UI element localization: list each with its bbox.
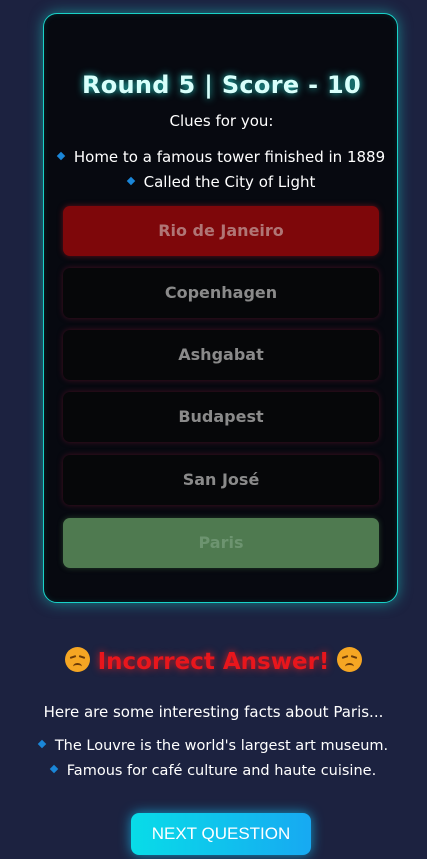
quiz-card: Round 5 | Score - 10 Clues for you: Home…: [43, 13, 398, 603]
option-button-rio-de-janeiro[interactable]: Rio de Janeiro: [63, 206, 379, 256]
clue-item: Home to a famous tower finished in 1889: [44, 145, 399, 170]
disappointed-face-icon: [64, 647, 90, 672]
disappointed-face-icon: [337, 647, 363, 672]
round-score-title: Round 5 | Score - 10: [81, 71, 362, 99]
option-button-ashgabat[interactable]: Ashgabat: [63, 330, 379, 380]
option-button-paris[interactable]: Paris: [63, 518, 379, 568]
result-banner: Incorrect Answer!: [0, 646, 427, 678]
diamond-bullet-icon: [126, 176, 135, 185]
facts-heading: Here are some interesting facts about Pa…: [43, 703, 384, 721]
diamond-bullet-icon: [37, 739, 47, 749]
fact-item: The Louvre is the world's largest art mu…: [0, 734, 427, 759]
clues-heading: Clues for you:: [169, 112, 274, 130]
diamond-bullet-icon: [56, 151, 66, 160]
facts-list: The Louvre is the world's largest art mu…: [0, 734, 427, 784]
option-button-san-jose[interactable]: San José: [63, 455, 379, 505]
next-question-button[interactable]: NEXT QUESTION: [131, 813, 311, 855]
clue-item: Called the City of Light: [44, 170, 399, 195]
fact-item: Famous for café culture and haute cuisin…: [0, 759, 427, 784]
option-button-copenhagen[interactable]: Copenhagen: [63, 268, 379, 318]
diamond-bullet-icon: [49, 764, 59, 774]
option-button-budapest[interactable]: Budapest: [63, 392, 379, 442]
clue-list: Home to a famous tower finished in 1889 …: [44, 145, 399, 195]
result-message: Incorrect Answer!: [97, 649, 330, 675]
